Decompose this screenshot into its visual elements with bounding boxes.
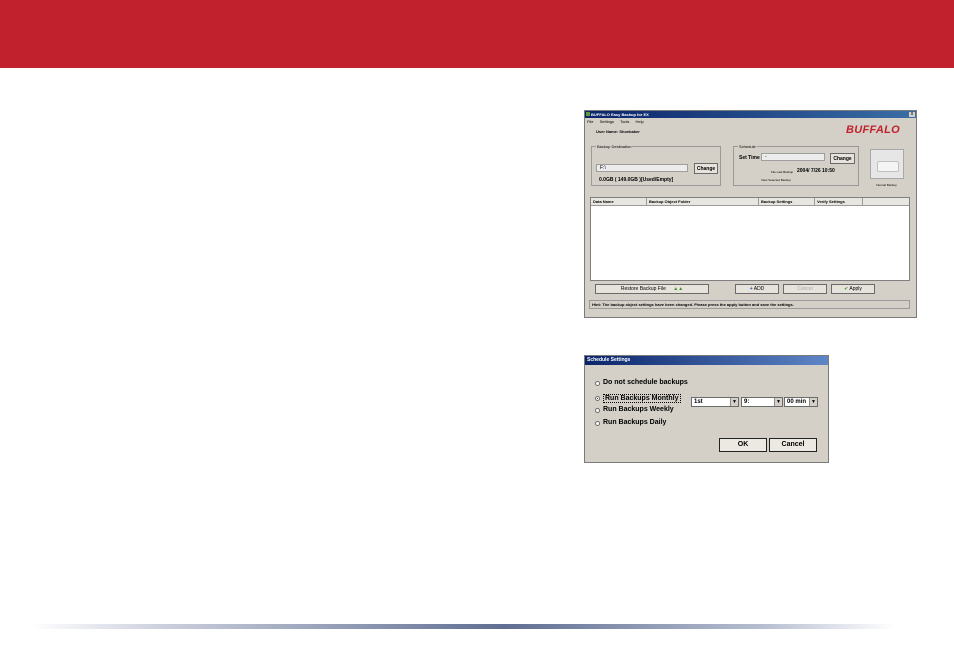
easy-backup-window: BUFFALO Easy Backup for EX x File Settin…	[584, 110, 917, 318]
set-time-label: Set Time	[739, 155, 760, 161]
apply-label: Apply	[849, 286, 862, 292]
menu-bar: File Settings Tools Help	[587, 119, 649, 124]
destination-change-button[interactable]: Change	[694, 163, 718, 174]
column-backup-object-folder[interactable]: Backup Object Folder	[647, 198, 759, 205]
radio-daily[interactable]	[595, 421, 600, 426]
backup-destination-path: F:\	[596, 164, 688, 172]
window-titlebar: BUFFALO Easy Backup for EX	[585, 111, 916, 118]
minute-select[interactable]: 00 min ▼	[784, 397, 818, 407]
backup-list-table[interactable]: Data Name Backup Object Folder Backup Se…	[590, 197, 910, 281]
add-plus-icon: +	[749, 286, 753, 292]
radio-weekly[interactable]	[595, 408, 600, 413]
schedule-label: Schedule	[738, 144, 757, 149]
column-verify-settings[interactable]: Verify Settings	[815, 198, 863, 205]
dialog-title: Schedule Settings	[585, 356, 828, 365]
menu-file[interactable]: File	[587, 119, 593, 124]
day-select-value: 1st	[694, 399, 703, 405]
buffalo-logo: BUFFALO	[846, 124, 901, 136]
menu-help[interactable]: Help	[636, 119, 644, 124]
schedule-settings-dialog: Schedule Settings Do not schedule backup…	[584, 355, 829, 463]
hard-drive-icon[interactable]	[870, 149, 904, 179]
add-button[interactable]: + ADD	[735, 284, 779, 294]
hint-status-bar: Hint: The backup object settings have be…	[589, 300, 910, 309]
menu-settings[interactable]: Settings	[600, 119, 614, 124]
radio-no-schedule[interactable]	[595, 381, 600, 386]
restore-icon: ▲▲	[673, 286, 684, 292]
day-chevron-down-icon[interactable]: ▼	[730, 398, 738, 406]
cancel-label: Cancel	[797, 286, 813, 292]
cancel-button[interactable]: Cancel	[783, 284, 827, 294]
hour-select[interactable]: 9: ▼	[741, 397, 783, 407]
add-label: ADD	[753, 286, 765, 292]
restore-backup-label: Restore Backup File	[620, 286, 666, 292]
apply-button[interactable]: ✔ Apply	[831, 284, 875, 294]
table-header: Data Name Backup Object Folder Backup Se…	[591, 198, 909, 206]
schedule-group: Schedule	[733, 144, 859, 186]
menu-tools[interactable]: Tools	[620, 119, 629, 124]
file-last-backup-label: File Last Backup	[771, 170, 794, 174]
dialog-cancel-button[interactable]: Cancel	[769, 438, 817, 452]
header-banner	[0, 0, 954, 68]
option-monthly[interactable]: Run Backups Monthly	[603, 394, 681, 403]
apply-check-icon: ✔	[844, 286, 849, 292]
column-backup-settings[interactable]: Backup Settings	[759, 198, 815, 205]
file-last-backup-value: 2004/ 7/26 10:50	[797, 168, 835, 174]
set-time-field: -	[761, 153, 825, 161]
backup-destination-label: Backup Destination	[596, 144, 633, 149]
drive-caption: Internal Backup	[876, 183, 897, 187]
day-select[interactable]: 1st ▼	[691, 397, 739, 407]
minute-select-value: 00 min	[787, 399, 807, 405]
view-last-backup-link[interactable]: View Selected Backup	[761, 178, 791, 182]
option-daily[interactable]: Run Backups Daily	[603, 419, 666, 426]
hour-chevron-down-icon[interactable]: ▼	[774, 398, 782, 406]
hard-drive-shape	[877, 161, 899, 172]
footer-divider	[30, 624, 894, 629]
option-weekly[interactable]: Run Backups Weekly	[603, 406, 674, 413]
window-title: BUFFALO Easy Backup for EX	[591, 112, 649, 117]
radio-monthly[interactable]	[595, 396, 600, 401]
minute-chevron-down-icon[interactable]: ▼	[809, 398, 817, 406]
schedule-change-button[interactable]: Change	[830, 153, 855, 164]
hour-select-value: 9:	[744, 399, 750, 405]
ok-button[interactable]: OK	[719, 438, 767, 452]
user-name-label: User Name: Shoebaker	[596, 129, 640, 134]
close-button[interactable]: x	[909, 112, 915, 117]
destination-capacity: 0.0GB ( 149.0GB )[Used/Empty]	[599, 177, 674, 183]
column-data-name[interactable]: Data Name	[591, 198, 647, 205]
option-no-schedule[interactable]: Do not schedule backups	[603, 379, 688, 386]
app-icon	[586, 112, 590, 116]
restore-backup-button[interactable]: Restore Backup File ▲▲	[595, 284, 709, 294]
